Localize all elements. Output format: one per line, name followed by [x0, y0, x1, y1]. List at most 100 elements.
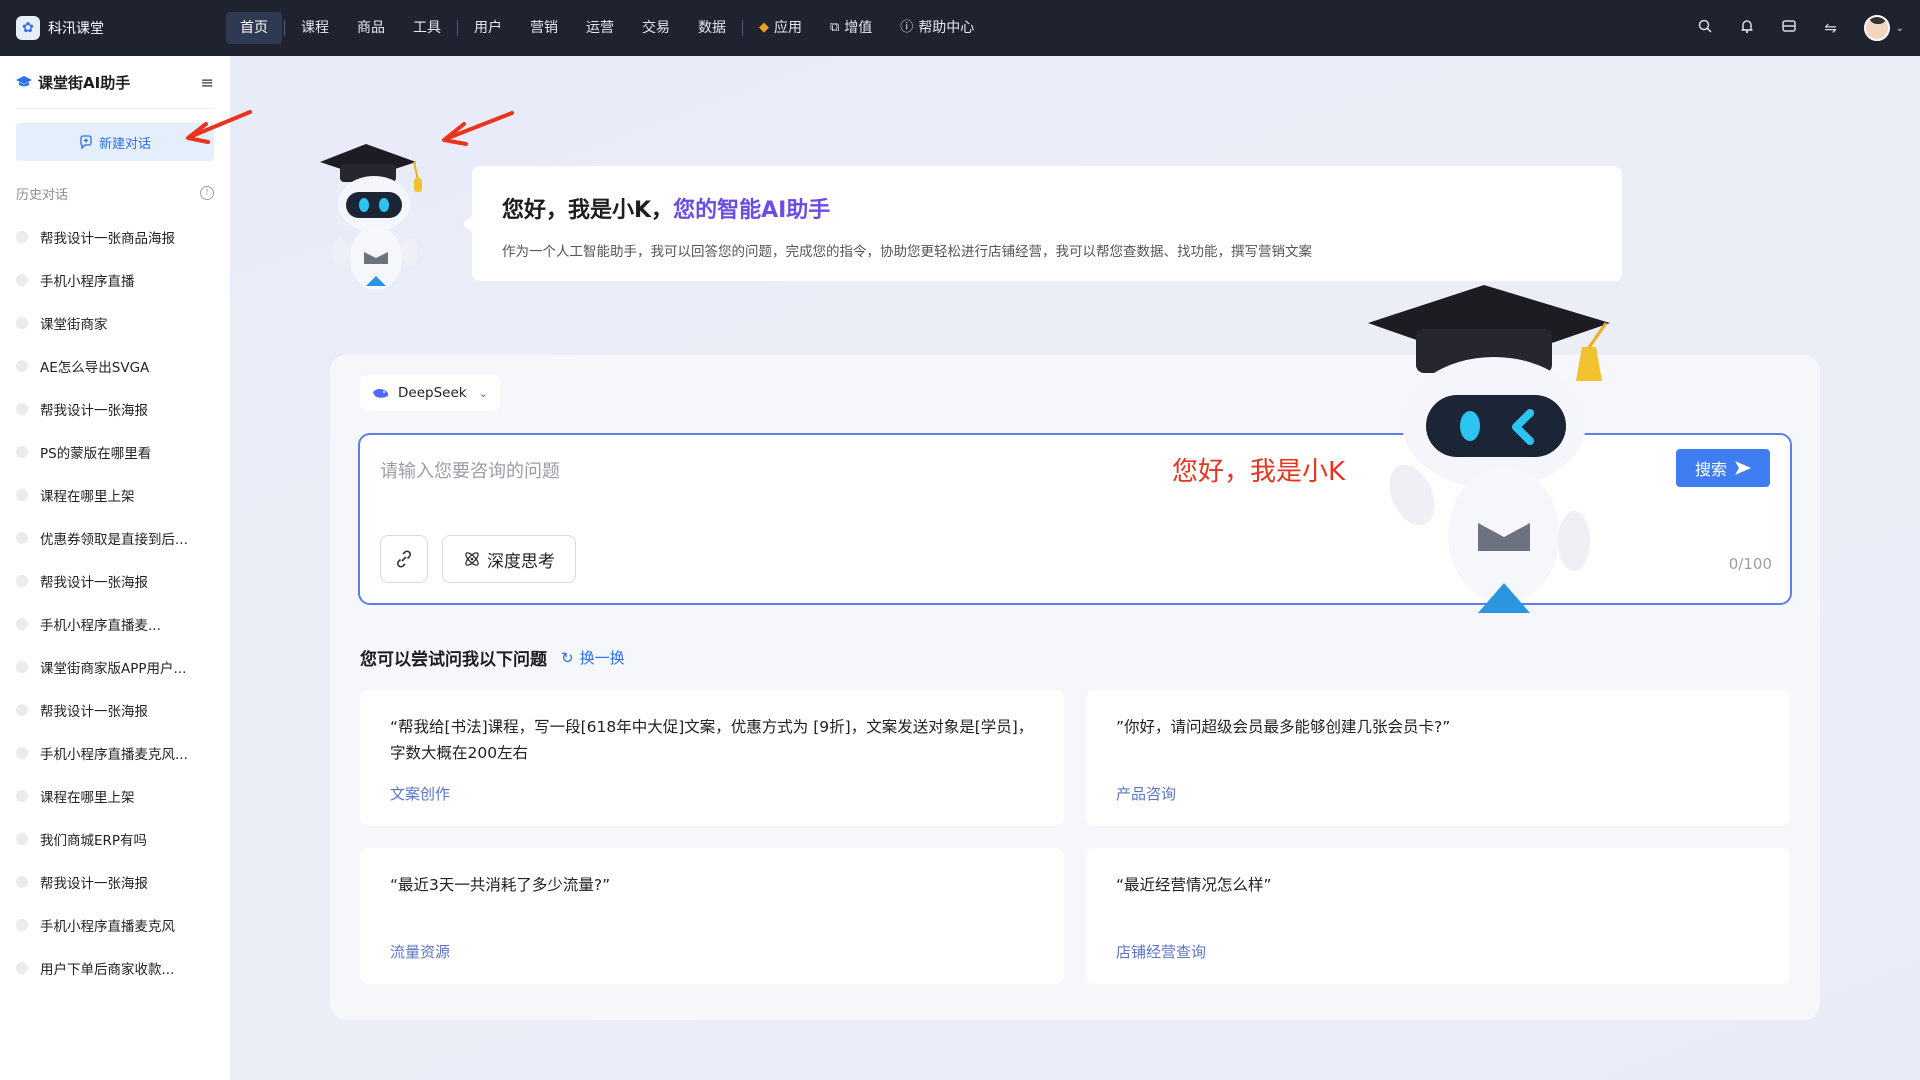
- history-item[interactable]: 课堂街商家: [0, 301, 230, 344]
- suggestion-card[interactable]: “最近经营情况怎么样” 店铺经营查询: [1086, 848, 1790, 984]
- greeting-title-accent: 您的智能AI助手: [673, 198, 831, 223]
- switch-icon[interactable]: ⇋: [1822, 19, 1840, 37]
- chat-bubble-icon: [16, 574, 28, 587]
- main-nav: 首页 课程 商品 工具 用户 营销 运营 交易 数据 ◆ 应用 ⧉ 增值 ⓘ 帮…: [226, 0, 988, 56]
- history-item[interactable]: 帮我设计一张商品海报: [0, 215, 230, 258]
- graduation-cap-icon: [16, 76, 32, 87]
- history-item-label: 课堂街商家: [40, 316, 108, 333]
- inbox-icon[interactable]: [1780, 19, 1798, 37]
- history-item[interactable]: 课程在哪里上架: [0, 473, 230, 516]
- brand[interactable]: ✿ 科汛课堂: [16, 16, 206, 40]
- greeting-card: 您好，我是小K，您的智能AI助手 作为一个人工智能助手，我可以回答您的问题，完成…: [462, 166, 1622, 281]
- chat-bubble-icon: [16, 488, 28, 501]
- chevron-down-icon[interactable]: ⌄: [1896, 23, 1904, 34]
- history-item[interactable]: 优惠券领取是直接到后...: [0, 516, 230, 559]
- avatar[interactable]: [1863, 15, 1890, 41]
- suggestion-tag: 产品咨询: [1116, 785, 1177, 803]
- chevron-down-icon: ⌄: [478, 386, 488, 400]
- suggestion-card[interactable]: “帮我给[书法]课程，写一段[618年中大促]文案，优惠方式为 [9折]，文案发…: [360, 690, 1064, 826]
- greeting-subtitle: 作为一个人工智能助手，我可以回答您的问题，完成您的指令，协助您更轻松进行店铺经营…: [502, 244, 1312, 260]
- history-item-label: 帮我设计一张海报: [40, 402, 148, 419]
- greeting-title: 您好，我是小K，您的智能AI助手: [502, 192, 1592, 224]
- history-item[interactable]: 帮我设计一张海报: [0, 559, 230, 602]
- suggestions-header: 您可以尝试问我以下问题 ↻ 换一换: [360, 645, 625, 671]
- sidebar: 课堂街AI助手 ≡ 新建对话 历史对话 ! 帮我设计一张商品海报 手机小程序直播…: [0, 56, 230, 1080]
- history-item[interactable]: 手机小程序直播: [0, 258, 230, 301]
- nav-item-trade[interactable]: 交易: [628, 12, 684, 44]
- history-item[interactable]: 课程在哪里上架: [0, 774, 230, 817]
- suggestions-title: 您可以尝试问我以下问题: [360, 650, 547, 670]
- history-item-label: 帮我设计一张商品海报: [40, 230, 175, 247]
- history-item-label: 帮我设计一张海报: [40, 574, 148, 591]
- link-icon: [397, 550, 411, 568]
- nav-item-goods[interactable]: 商品: [343, 12, 399, 44]
- nav-item-home[interactable]: 首页: [226, 12, 282, 44]
- history-item-label: 手机小程序直播麦克风: [40, 918, 175, 935]
- char-counter: 0/100: [1728, 555, 1772, 573]
- chat-bubble-icon: [16, 316, 28, 329]
- annotation-arrow-icon: [442, 111, 514, 146]
- chat-bubble-icon: [16, 875, 28, 888]
- history-item[interactable]: 手机小程序直播麦克风: [0, 903, 230, 946]
- nav-item-apps-label: 应用: [774, 20, 802, 36]
- history-item-label: 我们商城ERP有吗: [40, 832, 148, 849]
- brand-name: 科汛课堂: [48, 21, 104, 37]
- chat-bubble-icon: [16, 918, 28, 931]
- attach-link-button[interactable]: [380, 535, 428, 583]
- history-item[interactable]: AE怎么导出SVGA: [0, 344, 230, 387]
- nav-divider: [284, 20, 285, 36]
- history-item[interactable]: 我们商城ERP有吗: [0, 817, 230, 860]
- nav-item-course[interactable]: 课程: [287, 12, 343, 44]
- suggestion-question: ”你好，请问超级会员最多能够创建几张会员卡?”: [1116, 718, 1451, 736]
- nav-item-value-added[interactable]: ⧉ 增值: [816, 12, 886, 44]
- history-item-label: 帮我设计一张海报: [40, 703, 148, 720]
- nav-item-help-center[interactable]: ⓘ 帮助中心: [886, 12, 988, 44]
- top-nav-bar: ✿ 科汛课堂 首页 课程 商品 工具 用户 营销 运营 交易 数据 ◆ 应用 ⧉…: [0, 0, 1920, 56]
- robot-mascot-large-icon: [1368, 285, 1610, 613]
- model-selector[interactable]: DeepSeek ⌄: [360, 375, 500, 411]
- bell-icon[interactable]: [1738, 19, 1756, 38]
- chat-bubble-icon: [16, 703, 28, 716]
- info-icon[interactable]: !: [200, 186, 214, 200]
- chat-bubble-icon: [16, 273, 28, 286]
- history-item[interactable]: 课堂街商家版APP用户...: [0, 645, 230, 688]
- nav-item-data[interactable]: 数据: [684, 12, 740, 44]
- suggestion-card[interactable]: ”你好，请问超级会员最多能够创建几张会员卡?” 产品咨询: [1086, 690, 1790, 826]
- history-item[interactable]: 手机小程序直播麦克风...: [0, 731, 230, 774]
- nav-item-operations[interactable]: 运营: [572, 12, 628, 44]
- history-item-label: 课堂街商家版APP用户...: [40, 660, 187, 677]
- refresh-button[interactable]: ↻ 换一换: [561, 647, 625, 668]
- history-item-label: 帮我设计一张海报: [40, 875, 148, 892]
- greeting-title-prefix: 您好，我是小K，: [502, 198, 674, 223]
- chat-bubble-icon: [16, 789, 28, 802]
- menu-icon[interactable]: ≡: [201, 73, 214, 92]
- history-item-label: 课程在哪里上架: [40, 488, 135, 505]
- nav-item-marketing[interactable]: 营销: [516, 12, 572, 44]
- chat-bubble-icon: [16, 531, 28, 544]
- history-item[interactable]: PS的蒙版在哪里看: [0, 430, 230, 473]
- history-item-label: AE怎么导出SVGA: [40, 359, 150, 376]
- suggestion-question: “帮我给[书法]课程，写一段[618年中大促]文案，优惠方式为 [9折]，文案发…: [390, 718, 1034, 762]
- history-item[interactable]: 手机小程序直播麦...: [0, 602, 230, 645]
- suggestion-tag: 文案创作: [390, 785, 451, 803]
- history-list: 帮我设计一张商品海报 手机小程序直播 课堂街商家 AE怎么导出SVGA 帮我设计…: [0, 215, 230, 989]
- chat-bubble-icon: [16, 660, 28, 673]
- nav-item-apps[interactable]: ◆ 应用: [745, 12, 816, 44]
- history-item-label: PS的蒙版在哪里看: [40, 445, 152, 462]
- suggestion-question: “最近3天一共消耗了多少流量?”: [390, 876, 611, 894]
- history-item-label: 课程在哪里上架: [40, 789, 135, 806]
- history-item-label: 手机小程序直播麦...: [40, 617, 161, 634]
- history-item[interactable]: 帮我设计一张海报: [0, 387, 230, 430]
- history-item[interactable]: 用户下单后商家收款...: [0, 946, 230, 989]
- nav-item-users[interactable]: 用户: [460, 12, 516, 44]
- history-item[interactable]: 帮我设计一张海报: [0, 688, 230, 731]
- deep-think-toggle[interactable]: 深度思考: [442, 535, 576, 583]
- history-item[interactable]: 帮我设计一张海报: [0, 860, 230, 903]
- search-button[interactable]: 搜索: [1676, 449, 1770, 487]
- chat-bubble-icon: [16, 445, 28, 458]
- suggestion-card[interactable]: “最近3天一共消耗了多少流量?” 流量资源: [360, 848, 1064, 984]
- nav-item-tools[interactable]: 工具: [399, 12, 455, 44]
- nav-divider: [742, 20, 743, 36]
- send-arrow-icon: [1735, 461, 1751, 475]
- search-icon[interactable]: [1696, 19, 1714, 37]
